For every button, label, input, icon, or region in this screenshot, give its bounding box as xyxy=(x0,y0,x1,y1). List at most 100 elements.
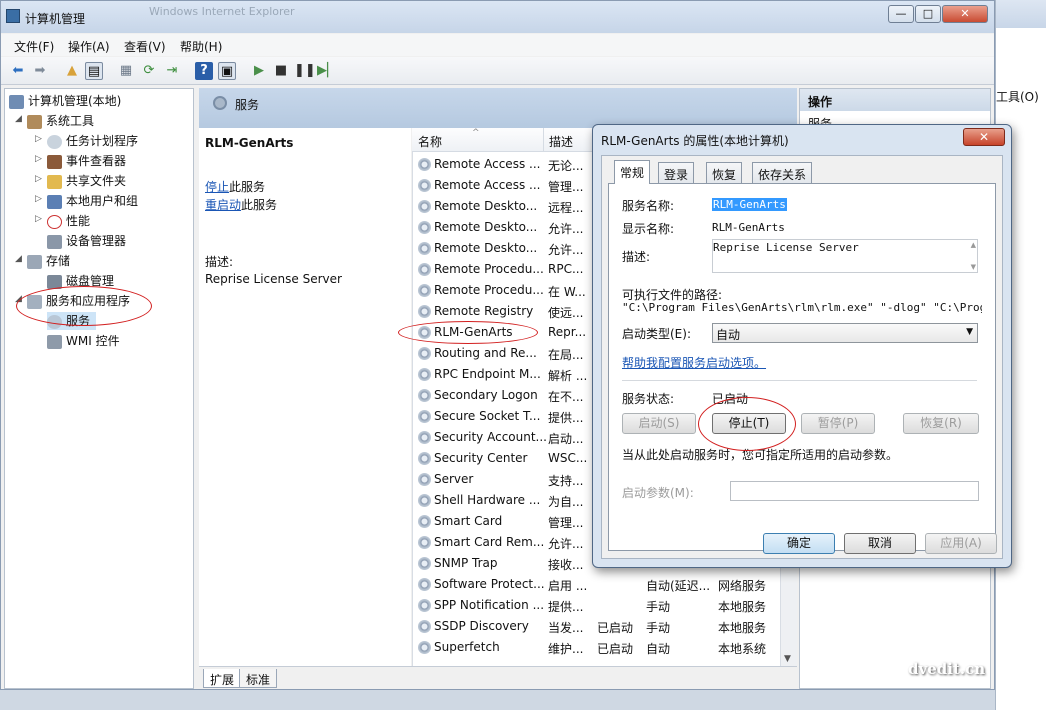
table-row[interactable]: SPP Notification ... 提供... 手动 本地服务 xyxy=(412,595,784,616)
ok-button[interactable]: 确定 xyxy=(763,533,835,554)
pause-service-icon[interactable]: ❚❚ xyxy=(294,62,316,80)
scroll-down-icon[interactable]: ▼ xyxy=(971,263,976,271)
tree-wmi[interactable]: WMI 控件 xyxy=(47,332,120,350)
properties-icon[interactable]: ▦ xyxy=(117,62,135,80)
tab-dependencies[interactable]: 依存关系 xyxy=(752,162,813,183)
cell-name: Remote Procedu... xyxy=(434,283,544,297)
help-configure-link[interactable]: 帮助我配置服务启动选项。 xyxy=(622,354,766,371)
action-pane-icon[interactable]: ▣ xyxy=(218,62,236,80)
tree-performance[interactable]: 性能 xyxy=(47,212,90,230)
service-gear-icon xyxy=(418,158,431,171)
help-icon[interactable]: ? xyxy=(195,62,213,80)
service-gear-icon xyxy=(418,410,431,423)
maximize-button[interactable]: □ xyxy=(915,5,941,23)
tree-local-users[interactable]: 本地用户和组 xyxy=(47,192,138,210)
export-list-icon[interactable]: ⇥ xyxy=(163,62,181,80)
table-row[interactable]: Software Protect... 启用 ... 自动(延迟... 网络服务 xyxy=(412,574,784,595)
description-box[interactable]: Reprise License Server ▲ ▼ xyxy=(712,239,978,273)
expand-arrow-icon[interactable]: ◢ xyxy=(15,114,22,124)
close-button[interactable]: ✕ xyxy=(942,5,988,23)
cancel-button[interactable]: 取消 xyxy=(844,533,916,554)
users-icon xyxy=(47,194,62,209)
cell-name: Security Center xyxy=(434,451,528,465)
startup-type-select[interactable]: 自动 ▼ xyxy=(712,323,978,343)
collapse-arrow-icon[interactable]: ▷ xyxy=(35,214,42,224)
tab-logon[interactable]: 登录 xyxy=(658,162,695,183)
tree-event-viewer[interactable]: 事件查看器 xyxy=(47,152,126,170)
selected-service-name: RLM-GenArts xyxy=(205,136,294,150)
start-button[interactable]: 启动(S) xyxy=(622,413,696,434)
cell-logon: 网络服务 xyxy=(718,579,767,593)
tools-icon xyxy=(27,114,42,129)
cell-status: 已启动 xyxy=(597,642,634,656)
collapse-arrow-icon[interactable]: ▷ xyxy=(35,194,42,204)
background-tools-menu[interactable]: 工具(O) xyxy=(996,88,1039,105)
stop-service-link[interactable]: 停止 xyxy=(205,180,229,194)
start-service-icon[interactable]: ▶ xyxy=(250,62,268,80)
restart-service-link[interactable]: 重启动 xyxy=(205,198,241,212)
collapse-arrow-icon[interactable]: ▷ xyxy=(35,154,42,164)
tab-general[interactable]: 常规 xyxy=(614,160,651,184)
back-arrow-icon[interactable]: ⬅ xyxy=(9,62,27,80)
expand-arrow-icon[interactable]: ◢ xyxy=(15,254,22,264)
menu-file[interactable]: 文件(F) xyxy=(14,38,54,55)
refresh-icon[interactable]: ⟳ xyxy=(140,62,158,80)
properties-dialog: RLM-GenArts 的属性(本地计算机) ✕ 常规 登录 恢复 依存关系 服… xyxy=(592,124,1012,568)
start-params-input[interactable] xyxy=(730,481,979,501)
apply-button[interactable]: 应用(A) xyxy=(925,533,997,554)
column-name[interactable]: 名称 xyxy=(418,133,442,150)
collapse-arrow-icon[interactable]: ▷ xyxy=(35,174,42,184)
stop-service-icon[interactable]: ■ xyxy=(272,62,290,80)
menu-help[interactable]: 帮助(H) xyxy=(180,38,222,55)
restart-service-line: 重启动此服务 xyxy=(205,198,278,212)
cell-desc: 解析 ... xyxy=(548,369,588,383)
service-name-value[interactable]: RLM-GenArts xyxy=(712,198,787,211)
tab-standard[interactable]: 标准 xyxy=(239,669,278,688)
tab-recovery[interactable]: 恢复 xyxy=(706,162,743,183)
scroll-up-icon[interactable]: ▲ xyxy=(971,241,976,249)
cell-desc: 在 W... xyxy=(548,285,586,299)
menu-action[interactable]: 操作(A) xyxy=(68,38,110,55)
event-viewer-icon xyxy=(47,154,62,169)
resume-button[interactable]: 恢复(R) xyxy=(903,413,979,434)
tree-storage[interactable]: 存储 xyxy=(27,252,70,270)
tree-root[interactable]: 计算机管理(本地) xyxy=(9,92,121,110)
up-folder-icon[interactable]: ▲ xyxy=(63,62,81,80)
table-row[interactable]: Superfetch 维护... 已启动 自动 本地系统 xyxy=(412,637,784,658)
forward-arrow-icon[interactable]: ➡ xyxy=(31,62,49,80)
tree-shared-folders[interactable]: 共享文件夹 xyxy=(47,172,126,190)
pause-button[interactable]: 暂停(P) xyxy=(801,413,875,434)
service-gear-icon xyxy=(418,536,431,549)
service-gear-icon xyxy=(418,347,431,360)
service-gear-icon xyxy=(418,200,431,213)
window-title: 计算机管理 xyxy=(25,12,86,26)
tree-device-manager[interactable]: 设备管理器 xyxy=(47,232,126,250)
column-description[interactable]: 描述 xyxy=(549,133,573,150)
service-gear-icon xyxy=(418,242,431,255)
show-hide-tree-icon[interactable]: ▤ xyxy=(85,62,103,80)
clock-icon xyxy=(47,134,62,149)
display-name-value[interactable]: RLM-GenArts xyxy=(712,221,785,234)
tree-system-tools[interactable]: 系统工具 xyxy=(27,112,94,130)
description-text: Reprise License Server xyxy=(713,241,859,254)
table-row[interactable]: SSDP Discovery 当发... 已启动 手动 本地服务 xyxy=(412,616,784,637)
path-field[interactable]: "C:\Program Files\GenArts\rlm\rlm.exe" "… xyxy=(622,301,982,315)
cell-desc: Repr... xyxy=(548,325,587,339)
menu-view[interactable]: 查看(V) xyxy=(124,38,166,55)
cell-name: Remote Deskto... xyxy=(434,199,538,213)
cell-desc: 当发... xyxy=(548,621,584,635)
restart-service-icon[interactable]: ▶▏ xyxy=(317,62,337,80)
cell-desc: 提供... xyxy=(548,411,584,425)
tab-extended[interactable]: 扩展 xyxy=(203,669,242,688)
device-manager-icon xyxy=(47,234,62,249)
scroll-down-icon[interactable]: ▼ xyxy=(784,654,791,664)
dialog-close-button[interactable]: ✕ xyxy=(963,128,1005,146)
tree-task-scheduler[interactable]: 任务计划程序 xyxy=(47,132,138,150)
column-divider[interactable] xyxy=(543,128,544,152)
collapse-arrow-icon[interactable]: ▷ xyxy=(35,134,42,144)
cell-name: Routing and Re... xyxy=(434,346,537,360)
cell-desc: 支持... xyxy=(548,474,584,488)
minimize-button[interactable]: — xyxy=(888,5,914,23)
cell-name: Remote Access ... xyxy=(434,157,541,171)
dialog-body: 常规 登录 恢复 依存关系 服务名称: RLM-GenArts 显示名称: RL… xyxy=(601,155,1003,559)
